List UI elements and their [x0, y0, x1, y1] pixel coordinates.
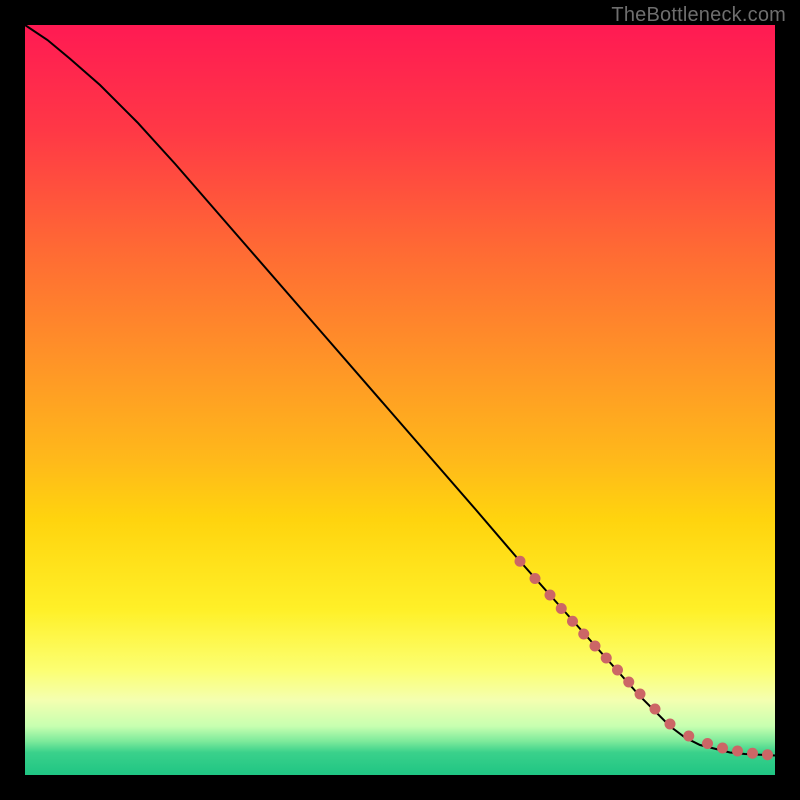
dot-marker: [601, 653, 612, 664]
dot-marker: [650, 704, 661, 715]
gradient-background: [25, 25, 775, 775]
dot-marker: [567, 616, 578, 627]
dot-marker: [530, 573, 541, 584]
plot-area: [25, 25, 775, 775]
watermark-text: TheBottleneck.com: [611, 4, 786, 27]
dot-marker: [702, 738, 713, 749]
dot-marker: [717, 743, 728, 754]
dot-marker: [578, 629, 589, 640]
dot-marker: [556, 603, 567, 614]
dot-marker: [683, 731, 694, 742]
dot-marker: [612, 665, 623, 676]
dot-marker: [515, 556, 526, 567]
dot-marker: [732, 746, 743, 757]
dot-marker: [635, 689, 646, 700]
dot-marker: [665, 719, 676, 730]
chart-svg: [25, 25, 775, 775]
dot-marker: [545, 590, 556, 601]
dot-marker: [762, 749, 773, 760]
dot-marker: [590, 641, 601, 652]
chart-frame: TheBottleneck.com: [0, 0, 800, 800]
dot-marker: [747, 748, 758, 759]
dot-marker: [623, 677, 634, 688]
